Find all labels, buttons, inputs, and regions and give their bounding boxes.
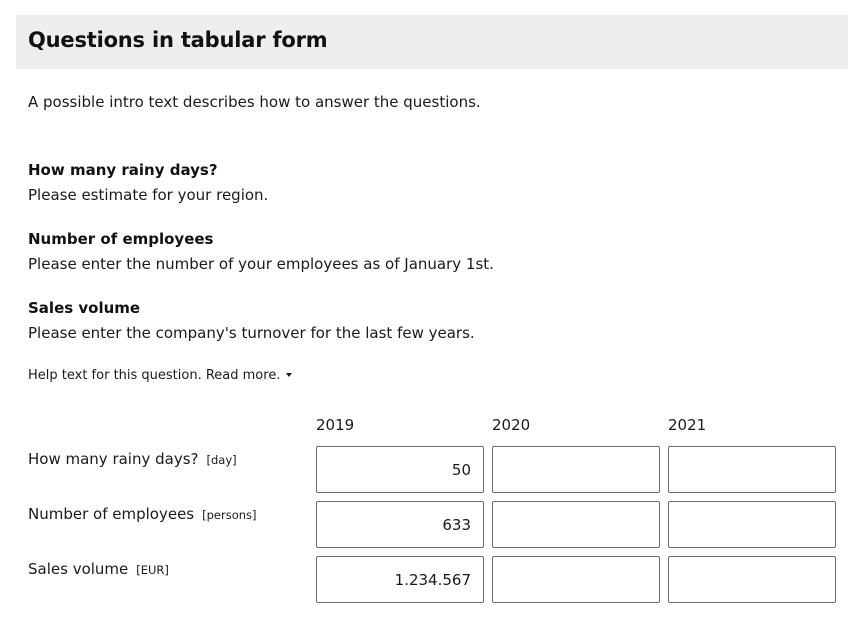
question-description: Please estimate for your region.: [28, 186, 269, 204]
row-label-rainy-days: How many rainy days? [day]: [28, 450, 237, 468]
section-title: Questions in tabular form: [28, 28, 328, 52]
column-header-2020: 2020: [492, 416, 531, 434]
question-sales-volume: Sales volume Please enter the company's …: [28, 298, 475, 343]
question-title: Number of employees: [28, 230, 214, 248]
sales-volume-2020-input[interactable]: [492, 556, 660, 603]
row-unit: [day]: [206, 453, 237, 467]
sales-volume-2019-input[interactable]: [316, 556, 484, 603]
question-title: Sales volume: [28, 299, 141, 317]
question-employees: Number of employees Please enter the num…: [28, 229, 494, 274]
rainy-days-2019-input[interactable]: [316, 446, 484, 493]
row-unit: [persons]: [202, 508, 257, 522]
employees-2019-input[interactable]: [316, 501, 484, 548]
row-label-employees: Number of employees [persons]: [28, 505, 257, 523]
sales-volume-2021-input[interactable]: [668, 556, 836, 603]
employees-2020-input[interactable]: [492, 501, 660, 548]
question-title: How many rainy days?: [28, 161, 218, 179]
row-label-text: How many rainy days?: [28, 450, 199, 468]
row-label-text: Sales volume: [28, 560, 129, 578]
help-toggle[interactable]: Help text for this question. Read more.: [28, 368, 293, 383]
column-header-2019: 2019: [316, 416, 355, 434]
caret-down-icon: [286, 372, 293, 377]
rainy-days-2020-input[interactable]: [492, 446, 660, 493]
page: Questions in tabular form A possible int…: [0, 0, 860, 619]
question-description: Please enter the company's turnover for …: [28, 324, 475, 342]
question-rainy-days: How many rainy days? Please estimate for…: [28, 160, 268, 205]
help-toggle-label: Help text for this question. Read more.: [28, 368, 281, 383]
row-label-sales-volume: Sales volume [EUR]: [28, 560, 169, 578]
column-header-2021: 2021: [668, 416, 707, 434]
intro-text: A possible intro text describes how to a…: [28, 93, 481, 111]
rainy-days-2021-input[interactable]: [668, 446, 836, 493]
employees-2021-input[interactable]: [668, 501, 836, 548]
row-label-text: Number of employees: [28, 505, 195, 523]
section-header: Questions in tabular form: [16, 15, 848, 69]
row-unit: [EUR]: [136, 563, 169, 577]
question-description: Please enter the number of your employee…: [28, 255, 494, 273]
